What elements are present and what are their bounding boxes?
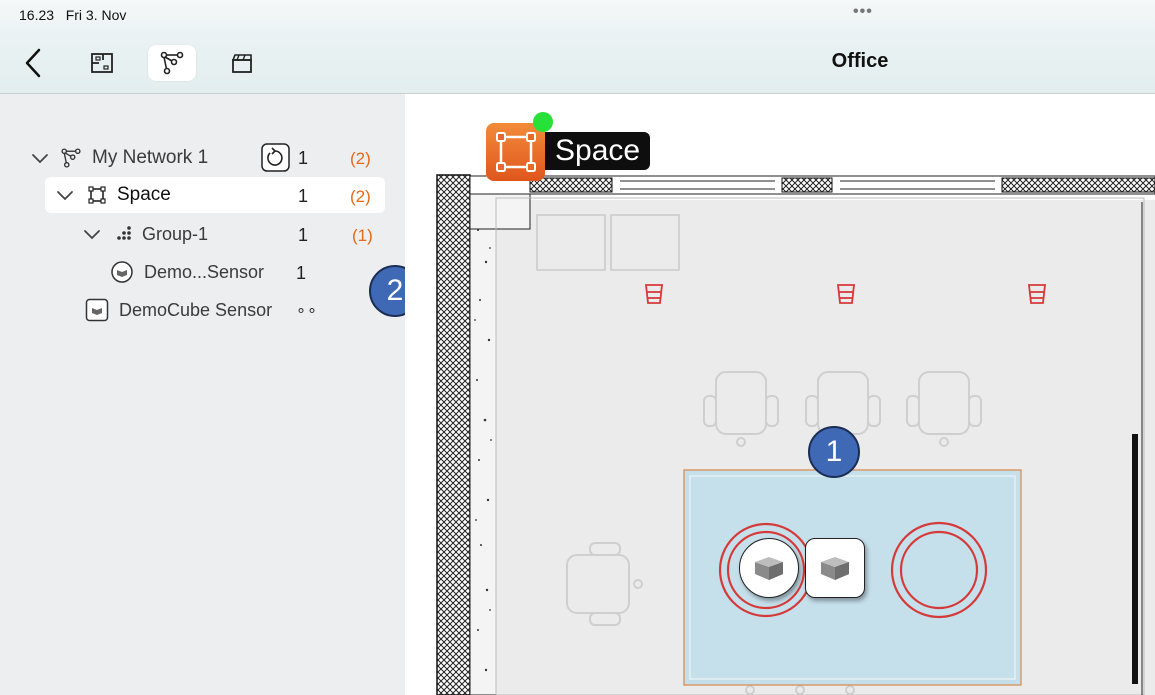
group-icon <box>117 226 131 240</box>
space-icon <box>496 132 536 172</box>
tree-item-group-1[interactable]: Group-1 <box>82 216 382 252</box>
tree-item-label: Space <box>117 184 171 205</box>
round-sensor-icon <box>111 261 133 283</box>
tree-item-warning-count: (2) <box>350 149 371 168</box>
tree-item-label: Demo...Sensor <box>144 261 265 282</box>
cube-sensor-marker[interactable] <box>805 538 865 598</box>
cube-sensor-icon <box>821 557 849 580</box>
refresh-icon[interactable] <box>261 143 290 172</box>
tree-item-label: My Network 1 <box>92 147 209 168</box>
tree-item-warning-count: (2) <box>350 187 371 206</box>
multitask-dots[interactable]: ••• <box>853 3 873 21</box>
tree-item-my-network[interactable]: My Network 1 <box>30 140 390 176</box>
status-clock: 16.23 <box>19 7 55 23</box>
tree-item-label: DemoCube Sensor <box>119 299 273 320</box>
status-date: Fri 3. Nov <box>65 7 127 23</box>
floorplan-canvas[interactable] <box>405 94 1155 695</box>
clapper-view-button[interactable] <box>218 45 266 81</box>
floorplan-drawing <box>436 174 1155 695</box>
tree-item-label: Group-1 <box>142 223 209 244</box>
tree-item-count: 1 <box>298 225 309 245</box>
tree-item-space[interactable]: Space <box>45 177 385 213</box>
space-tag-icon <box>486 123 545 181</box>
callout-badge-1: 1 <box>808 426 860 478</box>
network-icon <box>61 148 81 168</box>
chevron-down-icon[interactable] <box>82 224 102 244</box>
space-icon <box>88 186 106 204</box>
floorplan-view-button[interactable] <box>78 45 126 81</box>
network-view-button[interactable] <box>148 45 196 81</box>
round-sensor-icon <box>755 557 783 580</box>
online-status-dot <box>533 112 553 132</box>
cube-sensor-icon <box>85 298 109 322</box>
network-icon <box>160 51 184 75</box>
round-sensor-marker[interactable] <box>739 538 799 598</box>
tree-item-warning-count: (1) <box>352 226 373 245</box>
floorplan-icon <box>91 53 113 73</box>
tree-item-count: 1 <box>298 148 309 168</box>
tree-item-demo-sensor[interactable]: Demo...Sensor <box>110 254 370 290</box>
status-time: 16.23 Fri 3. Nov <box>19 7 126 23</box>
space-tag-label: Space <box>545 132 651 170</box>
tree-item-count: 1 <box>298 186 309 206</box>
chevron-down-icon[interactable] <box>55 185 75 205</box>
chevron-left-icon <box>25 48 41 78</box>
connection-status: ∘∘ <box>296 302 319 319</box>
page-title: Office <box>831 50 889 72</box>
top-bar: 16.23 Fri 3. Nov ••• Office <box>0 0 1155 94</box>
chevron-down-icon[interactable] <box>30 148 50 168</box>
back-button[interactable] <box>18 45 50 81</box>
tree-item-count: 1 <box>296 263 307 283</box>
clapperboard-icon <box>231 54 252 73</box>
